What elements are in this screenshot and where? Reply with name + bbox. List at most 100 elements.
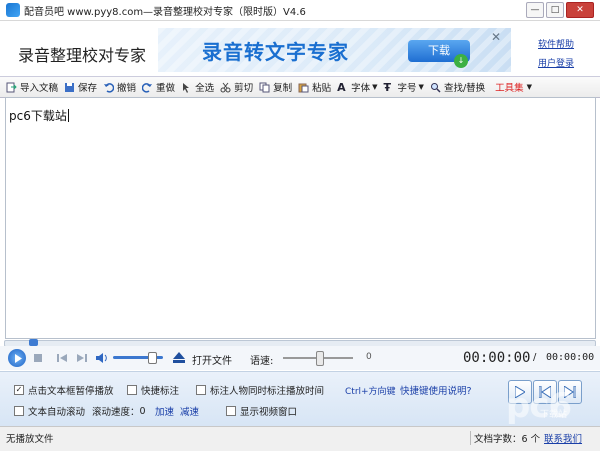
click-pause-option[interactable]: ✓ 点击文本框暂停播放 [14, 383, 114, 397]
save-button[interactable]: 保存 [64, 78, 97, 96]
progress-handle[interactable] [29, 339, 38, 346]
scroll-speed: 滚动速度： 0 [92, 404, 146, 419]
copy-button[interactable]: 复制 [259, 78, 292, 96]
toolbar: 导入文稿 保存 撤销 重做 全选 剪切 复制 粘贴 A 字体 ▼ Ŧ 字号 ▼ … [0, 76, 600, 98]
paste-button[interactable]: 粘贴 [298, 78, 331, 96]
auto-scroll-label: 文本自动滚动 [28, 407, 86, 418]
current-time: 00:00:00 [463, 350, 531, 366]
copy-icon [259, 82, 270, 92]
volume-slider-handle[interactable] [148, 352, 157, 364]
shortcut-hint: Ctrl+方向键 [345, 387, 396, 397]
show-video-checkbox[interactable] [226, 406, 236, 416]
minimize-button[interactable]: — [526, 2, 544, 18]
paste-label: 粘贴 [312, 83, 332, 94]
font-size-icon: Ŧ [383, 80, 392, 94]
banner-title: 录音转文字专家 [202, 40, 349, 64]
font-icon: A [337, 80, 346, 94]
mark-people-label: 标注人物同时标注播放时间 [210, 386, 325, 397]
auto-scroll-option[interactable]: 文本自动滚动 [14, 404, 85, 418]
cut-label: 剪切 [234, 83, 254, 94]
toolset-menu[interactable]: 工具集 ▼ [495, 78, 532, 96]
eject-icon [173, 352, 185, 363]
next-button[interactable] [74, 350, 90, 366]
status-playback: 无播放文件 [6, 434, 54, 445]
speed-label: 语速: [250, 356, 274, 367]
save-icon [65, 82, 75, 92]
editor-content: pc6下载站 [9, 107, 69, 124]
redo-icon [142, 82, 153, 93]
text-caret [67, 109, 69, 122]
select-all-button[interactable]: 全选 [181, 78, 214, 96]
paste-icon [298, 83, 309, 92]
copy-label: 复制 [273, 83, 293, 94]
quick-mark-option[interactable]: 快捷标注 [127, 383, 179, 397]
text-editor[interactable]: pc6下载站 [5, 97, 596, 339]
import-button[interactable]: 导入文稿 [6, 78, 58, 96]
undo-button[interactable]: 撤销 [103, 78, 136, 96]
accelerate-link[interactable]: 加速 [155, 404, 174, 418]
find-replace-label: 查找/替换 [443, 83, 486, 94]
mark-people-checkbox[interactable] [196, 385, 206, 395]
scroll-speed-label: 滚动速度： [92, 407, 140, 418]
select-all-icon [183, 82, 190, 93]
font-label: 字体 [351, 83, 371, 94]
window-title: 配音员吧 www.pyy8.com—录音整理校对专家（限时版）V4.6 [24, 6, 306, 18]
quick-mark-checkbox[interactable] [127, 385, 137, 395]
redo-button[interactable]: 重做 [142, 78, 175, 96]
stop-button[interactable] [30, 350, 46, 366]
speed-value: 0 [366, 352, 372, 362]
find-replace-button[interactable]: 查找/替换 [430, 78, 485, 96]
word-count: 文档字数：6 个 [470, 431, 540, 445]
import-icon [6, 82, 17, 92]
show-video-option[interactable]: 显示视频窗口 [226, 404, 297, 418]
close-button[interactable]: ✕ [566, 2, 594, 18]
watermark-subtext: 下载站 [540, 410, 568, 420]
play-icon [15, 354, 22, 363]
status-bar: 无播放文件 文档字数：6 个 联系我们 [0, 426, 600, 451]
banner-close-icon[interactable]: ✕ [491, 30, 501, 44]
window-controls: — □ ✕ [526, 2, 594, 18]
header: 录音整理校对专家 录音转文字专家 下载 ↓ ✕ 软件帮助 用户登录 [0, 21, 600, 76]
speaker-icon [96, 353, 107, 363]
time-separator: / [533, 352, 537, 363]
total-time: 00:00:00 [546, 352, 595, 363]
volume-button[interactable] [94, 350, 110, 366]
cut-button[interactable]: 剪切 [220, 78, 253, 96]
app-name: 录音整理校对专家 [18, 46, 147, 65]
quick-mark-label: 快捷标注 [141, 386, 180, 397]
help-link[interactable]: 软件帮助 [538, 37, 574, 50]
chevron-down-icon: ▼ [372, 83, 378, 91]
font-size-button[interactable]: Ŧ 字号 ▼ [384, 78, 424, 96]
scissors-icon [220, 82, 231, 92]
chevron-down-icon: ▼ [418, 83, 424, 91]
click-pause-checkbox[interactable]: ✓ [14, 385, 24, 395]
skip-forward-icon [77, 354, 87, 362]
skip-back-icon [57, 354, 67, 362]
download-badge-icon: ↓ [454, 54, 468, 68]
contact-link[interactable]: 联系我们 [544, 431, 582, 445]
decelerate-link[interactable]: 减速 [180, 404, 199, 418]
previous-button[interactable] [54, 350, 70, 366]
scroll-speed-value: 0 [139, 405, 146, 417]
undo-label: 撤销 [117, 83, 137, 94]
watermark-logo: pc6 [506, 386, 572, 426]
maximize-button[interactable]: □ [546, 2, 564, 18]
show-video-label: 显示视频窗口 [240, 407, 298, 418]
app-icon [6, 3, 20, 17]
toolset-label: 工具集 [495, 83, 524, 94]
title-bar: 配音员吧 www.pyy8.com—录音整理校对专家（限时版）V4.6 — □ … [0, 0, 600, 21]
ad-banner[interactable]: 录音转文字专家 下载 ↓ ✕ [158, 28, 511, 72]
chevron-down-icon: ▼ [526, 83, 533, 91]
login-link[interactable]: 用户登录 [538, 56, 574, 69]
undo-icon [104, 82, 115, 93]
open-file-button[interactable]: 打开文件 [192, 352, 232, 367]
shortcut-help-link[interactable]: 快捷键使用说明? [400, 383, 472, 397]
mark-people-option[interactable]: 标注人物同时标注播放时间 [196, 383, 324, 397]
auto-scroll-checkbox[interactable] [14, 406, 24, 416]
player-controls: 打开文件 语速: 0 00:00:00 / 00:00:00 [0, 346, 600, 370]
select-all-label: 全选 [195, 83, 215, 94]
font-button[interactable]: A 字体 ▼ [337, 78, 377, 96]
speed-slider-handle[interactable] [316, 351, 324, 366]
click-pause-label: 点击文本框暂停播放 [28, 386, 114, 397]
redo-label: 重做 [156, 83, 176, 94]
